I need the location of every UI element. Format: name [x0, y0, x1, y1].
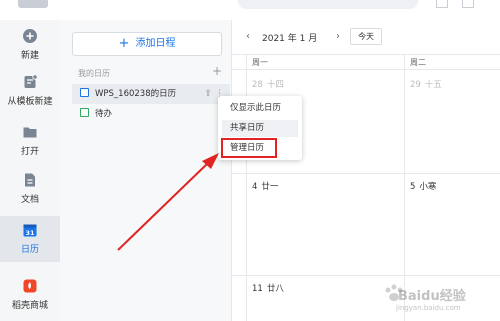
calendar-list-item[interactable]: 待办: [72, 104, 230, 124]
my-calendars-heading: 我的日历: [78, 69, 110, 78]
watermark-text: Baidu经验: [398, 289, 466, 304]
day-cell[interactable]: 11 廿八: [252, 282, 284, 294]
month-label: 2021 年 1 月: [262, 34, 318, 44]
calendar-header: ‹ 2021 年 1 月 › 今天: [232, 20, 500, 54]
weekday-label: 周一: [252, 58, 268, 67]
nav-item-label: 日历: [20, 245, 39, 255]
calendar-name: 待办: [95, 109, 113, 119]
day-number: 11: [252, 284, 263, 294]
calendar-list-panel: + 添加日程 我的日历 + WPS_160238的日历 ⇪ ⋮ 待办: [60, 20, 232, 321]
weekday-header: 周一 周二: [232, 54, 500, 70]
grid-divider: [232, 275, 500, 276]
calendar-view: ‹ 2021 年 1 月 › 今天 周一 周二 28 十四 29 十五 4 廿一 5小…: [232, 20, 500, 321]
grid-divider: [232, 173, 500, 174]
day-number: 28: [252, 80, 263, 90]
grid-divider: [404, 54, 405, 321]
nav-item-open[interactable]: 打开: [0, 124, 60, 160]
day-number: 5: [410, 182, 416, 192]
lunar-date: 廿一: [261, 182, 279, 192]
add-event-label: 添加日程: [135, 38, 176, 49]
grid-divider: [246, 54, 247, 321]
plus-icon: +: [118, 36, 130, 51]
calendar-checkbox[interactable]: [80, 88, 89, 97]
menu-item-share-calendar[interactable]: 共享日历: [222, 120, 298, 137]
calendar-list-item[interactable]: WPS_160238的日历 ⇪ ⋮: [72, 84, 230, 104]
lunar-date: 十四: [266, 80, 284, 90]
nav-item-label: 文档: [20, 195, 39, 205]
lunar-date: 十五: [424, 80, 442, 90]
add-event-button[interactable]: + 添加日程: [72, 32, 222, 56]
search-box[interactable]: [238, 0, 418, 9]
weekday-label: 周二: [410, 58, 426, 67]
nav-item-label: 打开: [20, 147, 39, 157]
nav-item-template[interactable]: 从模板新建: [0, 74, 60, 110]
document-icon: [25, 173, 35, 187]
watermark-url: jingyan.baidu.com: [396, 304, 461, 312]
today-button[interactable]: 今天: [350, 28, 382, 45]
prev-month-icon[interactable]: ‹: [246, 31, 250, 42]
day-number: 4: [252, 182, 258, 192]
nav-item-label: 新建: [20, 51, 39, 61]
next-month-icon[interactable]: ›: [336, 31, 340, 42]
menu-item-show-only[interactable]: 仅显示此日历: [222, 100, 298, 117]
day-cell[interactable]: 4 廿一: [252, 180, 278, 192]
nav-item-calendar[interactable]: 31 日历: [0, 216, 60, 262]
day-cell[interactable]: 29 十五: [410, 78, 442, 90]
nav-item-new[interactable]: 新建: [0, 28, 60, 64]
share-icon[interactable]: ⇪: [204, 84, 212, 104]
add-calendar-icon[interactable]: +: [212, 64, 222, 78]
nav-item-label: 从模板新建: [7, 97, 53, 107]
calendar-checkbox[interactable]: [80, 108, 89, 117]
window-control-button[interactable]: [462, 0, 474, 8]
folder-icon: [23, 127, 37, 138]
window-control-button[interactable]: [436, 0, 448, 8]
plus-circle-icon: [23, 29, 37, 43]
nav-item-docs[interactable]: 文档: [0, 172, 60, 208]
left-nav: 新建 从模板新建 打开 文档 31 日历 稻壳商城: [0, 20, 60, 321]
nav-item-label: 稻壳商城: [11, 301, 48, 311]
day-number: 29: [410, 80, 421, 90]
lunar-date: 廿八: [266, 284, 284, 294]
title-bar: [0, 0, 500, 20]
docer-store-icon: [23, 279, 37, 293]
lunar-date: 小寒: [419, 182, 437, 192]
nav-item-docer-store[interactable]: 稻壳商城: [0, 278, 60, 318]
highlight-box: [221, 138, 277, 158]
template-icon: [24, 74, 38, 88]
day-cell[interactable]: 5 小寒: [410, 180, 436, 192]
calendar-icon-badge: 31: [25, 229, 35, 237]
app-logo: [18, 0, 48, 8]
calendar-icon: 31: [23, 224, 37, 237]
day-cell[interactable]: 28 十四: [252, 78, 284, 90]
calendar-name: WPS_160238的日历: [95, 89, 177, 99]
